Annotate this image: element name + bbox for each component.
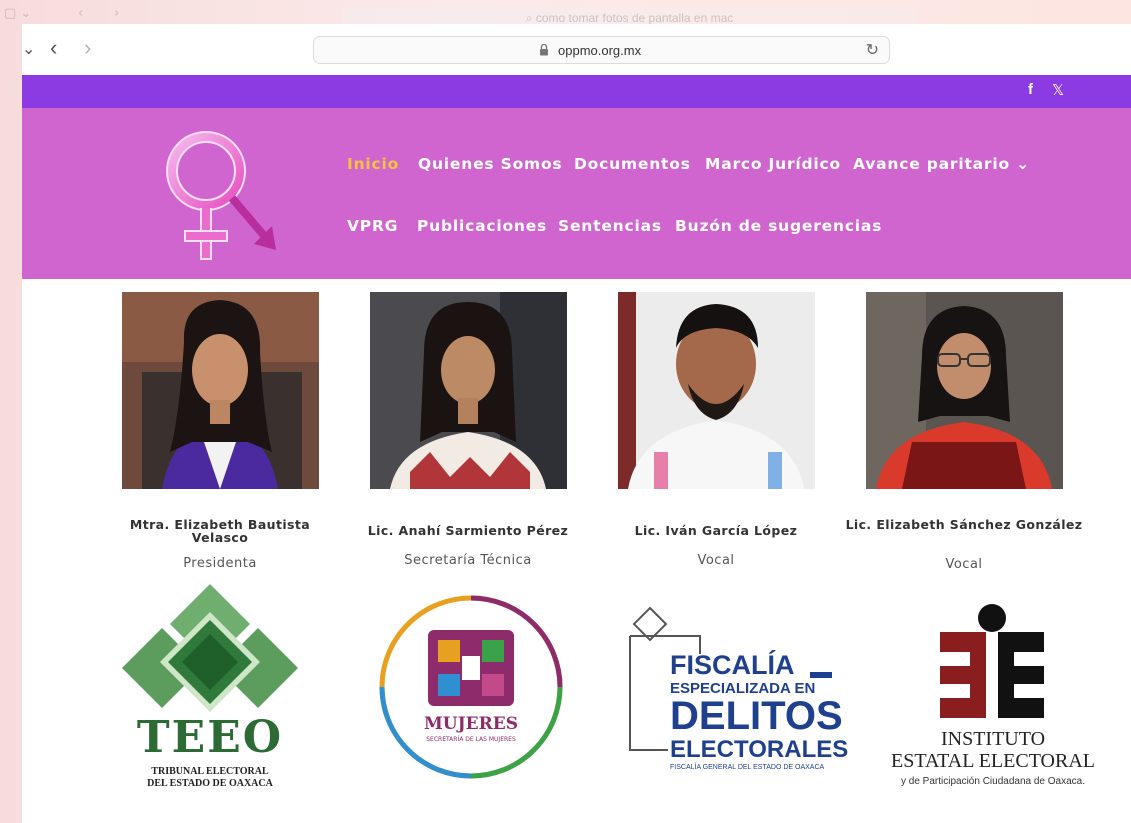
member-role: Presidenta xyxy=(183,556,257,571)
member-photo xyxy=(866,292,1063,489)
member-name: Mtra. Elizabeth Bautista Velasco xyxy=(129,517,311,545)
female-symbol-logo-icon[interactable] xyxy=(162,126,282,266)
site-header: Inicio Quienes Somos Documentos Marco Ju… xyxy=(22,108,1131,279)
facebook-icon[interactable]: f xyxy=(1028,81,1033,98)
fiscalia-line1: FISCALÍA xyxy=(670,650,795,680)
teeo-line2: DEL ESTADO DE OAXACA xyxy=(147,778,273,789)
menu-item-inicio[interactable]: Inicio xyxy=(347,155,399,173)
fiscalia-line4: ELECTORALES xyxy=(670,736,849,763)
member-photo xyxy=(122,292,319,489)
mujeres-title: MUJERES xyxy=(423,714,518,734)
member-photo xyxy=(370,292,567,489)
back-arrow-icon: ‹ xyxy=(78,6,84,21)
member-role: Vocal xyxy=(697,553,735,568)
background-url-text: como tomar fotos de pantalla en mac xyxy=(535,11,734,25)
member-card: Lic. Iván García López Vocal xyxy=(618,292,815,568)
member-photo xyxy=(618,292,815,489)
member-name: Lic. Iván García López xyxy=(634,523,798,538)
address-bar[interactable]: oppmo.org.mx ↻ xyxy=(313,36,890,64)
forward-arrow-icon: › xyxy=(114,6,120,21)
lock-icon xyxy=(540,43,548,56)
member-name: Lic. Elizabeth Sánchez González xyxy=(845,517,1083,532)
member-role: Vocal xyxy=(945,557,983,572)
menu-item-buzon-de-sugerencias[interactable]: Buzón de sugerencias xyxy=(675,217,882,235)
ieepco-emblem-icon xyxy=(940,604,1044,718)
fiscalia-line3: DELITOS xyxy=(670,694,843,738)
menu-item-marco-juridico[interactable]: Marco Jurídico xyxy=(705,155,841,173)
menu-item-sentencias[interactable]: Sentencias xyxy=(558,217,662,235)
mujeres-emblem-icon xyxy=(379,595,563,779)
mujeres-subtitle: SECRETARÍA DE LAS MUJERES xyxy=(426,736,516,743)
teeo-logo[interactable]: TEEO TRIBUNAL ELECTORAL DEL ESTADO DE OA… xyxy=(122,584,298,794)
ieepco-line2: ESTATAL ELECTORAL xyxy=(890,750,1095,772)
member-card: Lic. Anahí Sarmiento Pérez Secretaría Té… xyxy=(368,292,568,568)
ieepco-logo[interactable]: INSTITUTO ESTATAL ELECTORAL y de Partici… xyxy=(888,604,1098,794)
teeo-line1: TRIBUNAL ELECTORAL xyxy=(151,766,269,777)
x-twitter-icon[interactable]: 𝕏 xyxy=(1052,81,1064,99)
social-top-bar: f 𝕏 xyxy=(22,75,1131,108)
teeo-acronym: TEEO xyxy=(136,712,284,763)
member-card: Lic. Elizabeth Sánchez González Vocal xyxy=(846,292,1082,572)
sidebar-icon: ▢ ⌄ xyxy=(4,6,32,21)
fiscalia-logo[interactable]: FISCALÍA ESPECIALIZADA EN DELITOS ELECTO… xyxy=(628,604,848,774)
menu-item-vprg[interactable]: VPRG xyxy=(347,217,398,235)
search-icon: ⌕ xyxy=(525,11,536,25)
ieepco-line3: y de Participación Ciudadana de Oaxaca. xyxy=(900,776,1085,787)
back-button[interactable]: ‹ xyxy=(50,36,57,60)
mujeres-logo[interactable]: MUJERES SECRETARÍA DE LAS MUJERES xyxy=(376,592,566,782)
ieepco-line1: INSTITUTO xyxy=(940,728,1046,750)
reload-icon[interactable]: ↻ xyxy=(866,40,879,60)
teeo-emblem-icon xyxy=(122,584,298,712)
tab-overview-chevron-icon[interactable]: ⌄ xyxy=(22,38,35,62)
menu-item-publicaciones[interactable]: Publicaciones xyxy=(417,217,547,235)
member-name: Lic. Anahí Sarmiento Pérez xyxy=(367,523,569,538)
menu-item-avance-paritario[interactable]: Avance paritario ⌄ xyxy=(853,155,1030,173)
browser-toolbar: ⌄ ‹ › oppmo.org.mx ↻ xyxy=(22,24,1131,75)
forward-button[interactable]: › xyxy=(84,36,91,60)
fiscalia-line5: FISCALÍA GENERAL DEL ESTADO DE OAXACA xyxy=(670,764,825,771)
member-role: Secretaría Técnica xyxy=(404,553,532,568)
menu-item-documentos[interactable]: Documentos xyxy=(574,155,691,173)
member-card: Mtra. Elizabeth Bautista Velasco Preside… xyxy=(122,292,319,571)
menu-item-quienes-somos[interactable]: Quienes Somos xyxy=(418,155,562,173)
url-text: oppmo.org.mx xyxy=(558,43,642,58)
browser-window: ⌄ ‹ › oppmo.org.mx ↻ f 𝕏 Inicio Quienes … xyxy=(22,24,1131,823)
